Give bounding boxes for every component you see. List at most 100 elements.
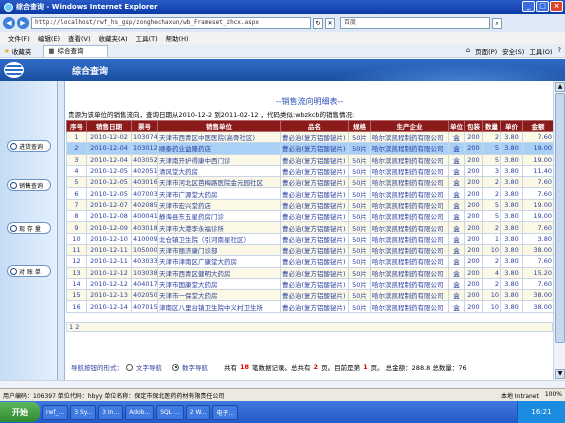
menu-edit[interactable]: 编辑(E) (38, 33, 60, 43)
text-nav-radio[interactable] (126, 363, 133, 371)
search-input[interactable]: 百度 (340, 17, 490, 29)
help-icon[interactable]: ? (558, 46, 561, 56)
table-cell: 50片 (348, 289, 371, 302)
column-header: 包装 (464, 120, 483, 132)
taskbar-item[interactable]: 2 W... (185, 404, 211, 420)
favorites-star-icon[interactable]: ★ (4, 47, 10, 55)
column-header: 数量 (482, 120, 501, 132)
table-cell: 103074 (131, 130, 158, 144)
table-cell: 50片 (348, 176, 371, 189)
table-cell: 19.00 (522, 210, 554, 223)
page-count: 2 (313, 363, 319, 371)
table-row[interactable]: 14 2010-12-12 404017 天津市国康堂大药房 曹必治(复方铝酸铋片) 50… (66, 277, 554, 291)
table-cell: 10 (482, 289, 501, 302)
summary-text: 页。目前是第 (321, 364, 361, 372)
table-cell: 2010-12-12 (86, 277, 132, 291)
table-row[interactable]: 15 2010-12-13 402050 天津市一保堂大药房 曹必治(复方铝酸铋片) 50… (66, 289, 554, 302)
table-cell: 410009 (131, 232, 158, 245)
tools-menu[interactable]: 工具(O) (529, 46, 552, 56)
horizontal-scrollbar[interactable] (0, 380, 565, 388)
table-cell: 静海县东五星药房门诊 (157, 210, 281, 223)
table-row[interactable]: 2 2010-12-04 103012 顺泰药业益隆药店 曹必治(复方铝酸铋片) 50片哈… (66, 142, 554, 155)
status-bar: 用户编码：106397 单位代码：hbyy 单位名称：保定市保北医药药材有限责任… (0, 388, 565, 401)
globe-logo-icon (4, 62, 24, 78)
taskbar-item[interactable]: 3 In... (98, 404, 124, 420)
taskbar-item[interactable]: SQL ... (156, 404, 184, 420)
nav-bullet-icon (10, 224, 17, 232)
table-cell: 403018 (131, 221, 158, 234)
safety-menu[interactable]: 安全(S) (502, 46, 524, 56)
table-cell: 曹必治(复方铝酸铋片) (280, 198, 349, 212)
back-icon[interactable]: ◀ (3, 17, 15, 29)
pager[interactable]: 1 2 (66, 322, 553, 332)
window-controls: _ □ × (522, 1, 563, 12)
scroll-up-icon[interactable]: ▲ (555, 82, 565, 92)
table-cell: 2010-12-13 (86, 289, 132, 302)
table-cell: 3.80 (500, 221, 523, 234)
frame-splitter[interactable] (58, 81, 65, 380)
zoom-level[interactable]: 100% (545, 391, 562, 400)
table-row[interactable]: 12 2010-12-11 403033 天津市津南区广康堂大药房 曹必治(复方铝酸铋片… (66, 255, 554, 268)
vertical-scrollbar[interactable]: ▲ ▼ (553, 81, 565, 380)
search-icon[interactable]: ⌕ (492, 17, 502, 29)
table-row[interactable]: 4 2010-12-05 402051 清风堂大药房 曹必治(复方铝酸铋片) 50片 哈尔滨… (66, 164, 554, 178)
taskbar-item[interactable]: Adob... (125, 404, 155, 420)
home-icon[interactable]: ⌂ (466, 46, 470, 56)
zone-label: 本地 Intranet (501, 392, 539, 400)
minimize-button[interactable]: _ (522, 1, 535, 12)
table-row[interactable]: 7 2010-12-07 402085 天津市宏兴堂药店 曹必治(复方铝酸铋片) 50片哈… (66, 198, 554, 212)
table-cell: 2 (482, 176, 501, 189)
table-row[interactable]: 16 2010-12-14 407015 津南区八里台镇卫生院中义村卫生所 曹必治(复方… (66, 300, 554, 313)
taskbar-item[interactable]: rwf_... (42, 404, 69, 420)
menu-favorites[interactable]: 收藏夹(A) (99, 33, 128, 43)
table-cell: 盒 (448, 277, 465, 291)
table-cell: 200 (464, 255, 483, 268)
menu-help[interactable]: 帮助(H) (166, 33, 189, 43)
menu-file[interactable]: 文件(F) (8, 33, 30, 43)
browser-tab[interactable]: ▦ 综合查询 (43, 44, 109, 57)
favorites-label[interactable]: 收藏夹 (12, 46, 32, 56)
table-row[interactable]: 9 2010-12-09 403018 天津市大港李永福诊所 曹必治(复方铝酸铋片) 50… (66, 221, 554, 234)
table-row[interactable]: 3 2010-12-04 403052 天津南开护得康中西门诊 曹必治(复方铝酸铋片) 5… (66, 153, 554, 166)
start-button[interactable]: 开始 (0, 402, 40, 422)
table-cell: 2 (482, 255, 501, 268)
table-row[interactable]: 8 2010-12-08 400041 静海县东五星药房门诊 曹必治(复方铝酸铋片) 50… (66, 210, 554, 223)
table-row[interactable]: 13 2010-12-12 103038 天津市西青区健明大药房 曹必治(复方铝酸铋片)… (66, 266, 554, 279)
stop-icon[interactable]: ✕ (325, 17, 335, 29)
menu-tools[interactable]: 工具(T) (136, 33, 158, 43)
page-menu[interactable]: 页面(P) (475, 46, 497, 56)
table-row[interactable]: 10 2010-12-10 410009 北仓镇卫生院（引河南星社区） 曹必治(复方铝酸… (66, 232, 554, 245)
close-button[interactable]: × (550, 1, 563, 12)
table-row[interactable]: 1 2010-12-02 103074 天津市西青区中医医院(高骨社区) 曹必治(复方铝… (66, 130, 554, 144)
maximize-button[interactable]: □ (536, 1, 549, 12)
table-cell: 3.80 (500, 164, 523, 178)
nav-purchase-query[interactable]: 进货查询 (7, 140, 51, 152)
taskbar-item[interactable]: 电子... (212, 404, 239, 420)
taskbar-item[interactable]: 3 Sy... (70, 404, 97, 420)
table-cell: 19.00 (522, 198, 554, 212)
table-cell: 天津市广源堂大药房 (157, 187, 281, 200)
number-nav-radio[interactable] (172, 363, 179, 371)
table-cell: 哈尔滨凯程制药有限公司 (370, 255, 449, 268)
scroll-down-icon[interactable]: ▼ (555, 369, 565, 379)
table-cell: 曹必治(复方铝酸铋片) (280, 153, 349, 166)
taskbar: 开始 rwf_... 3 Sy... 3 In... Adob... SQL .… (0, 401, 565, 423)
report-frame: --销售流向明细表-- 贵源为该单位的销售流向，查询日期从2010-12-2 到… (66, 81, 554, 380)
nav-sales-query[interactable]: 销售查询 (7, 179, 51, 191)
refresh-icon[interactable]: ↻ (313, 17, 323, 29)
url-field[interactable]: http://localhost/rwf_hs_gsp/zonghechaxun… (31, 17, 311, 29)
nav-bullet-icon (10, 181, 17, 189)
table-cell: 105000 (131, 243, 158, 257)
scroll-thumb[interactable] (555, 93, 565, 343)
table-cell: 12 (66, 255, 87, 268)
table-cell: 50片 (348, 198, 371, 212)
nav-statement[interactable]: 对 账 单 (7, 265, 51, 277)
table-cell: 3.80 (500, 243, 523, 257)
table-row[interactable]: 5 2010-12-05 403016 天津市河北区芭梅路医院金元园社区 曹必治(复方铝… (66, 176, 554, 189)
forward-icon[interactable]: ▶ (17, 17, 29, 29)
table-cell: 2010-12-09 (86, 221, 132, 234)
table-row[interactable]: 11 2010-12-11 105000 天津市丽济康门诊部 曹必治(复方铝酸铋片) 50… (66, 243, 554, 257)
nav-stock[interactable]: 现 存 量 (7, 222, 51, 234)
menu-view[interactable]: 查看(V) (68, 33, 91, 43)
table-row[interactable]: 6 2010-12-05 407003 天津市广源堂大药房 曹必治(复方铝酸铋片) 50片… (66, 187, 554, 200)
